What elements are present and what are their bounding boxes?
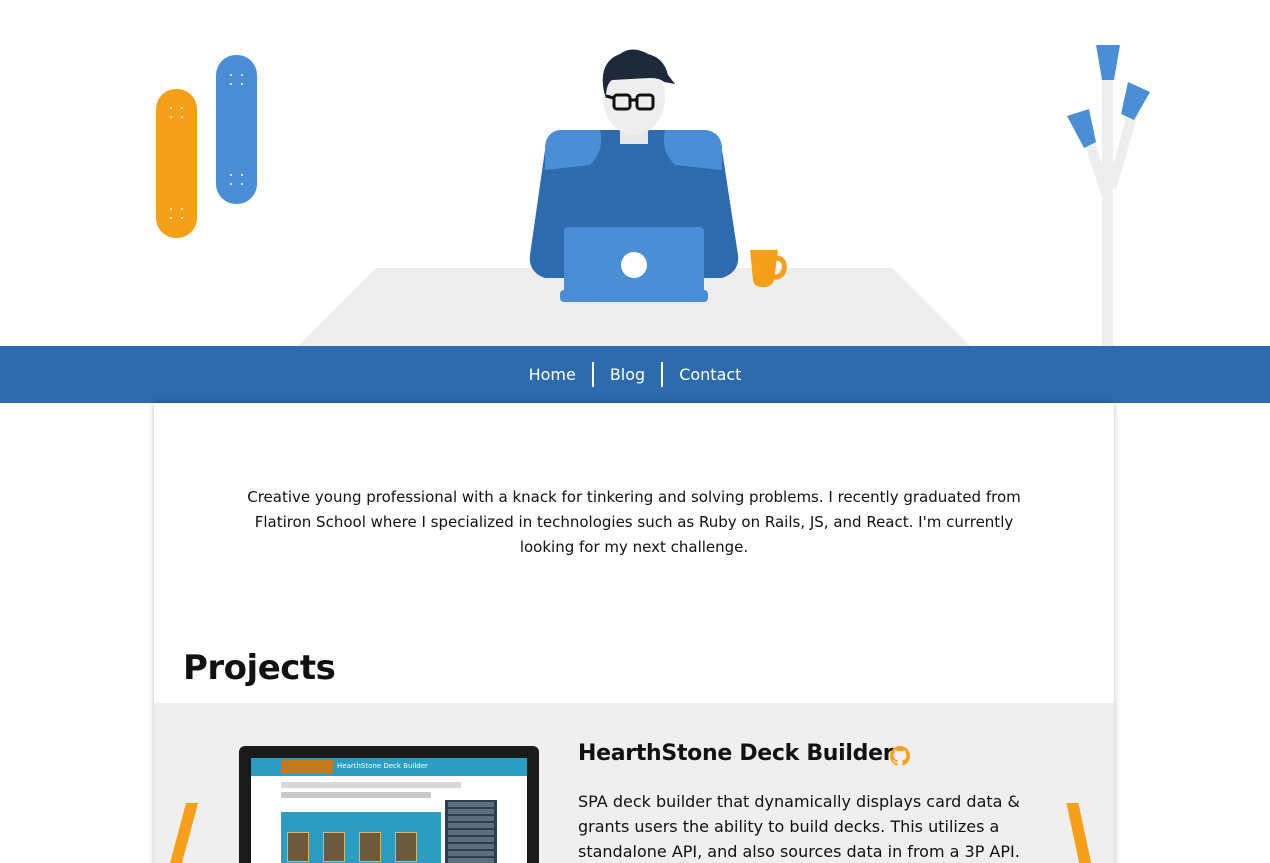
nav-link-blog[interactable]: Blog [594, 363, 661, 387]
nav-link-home[interactable]: Home [513, 363, 592, 387]
laptop-icon [560, 227, 708, 302]
hearthstone-logo-icon [281, 760, 333, 774]
project-title: HearthStone Deck Builder [578, 741, 894, 766]
content-card: Creative young professional with a knack… [154, 403, 1114, 863]
intro-bio: Creative young professional with a knack… [247, 488, 1021, 556]
screenshot-header-text: HearthStone Deck Builder [337, 762, 428, 770]
skateboard-blue-icon [216, 55, 257, 204]
project-screenshot-screen: HearthStone Deck Builder [251, 758, 527, 863]
github-icon[interactable] [890, 746, 910, 766]
screenshot-filters [281, 782, 461, 788]
card-thumbnail-icon [359, 832, 381, 862]
main-navigation: Home Blog Contact [0, 346, 1270, 403]
accent-stripe-right [1066, 803, 1098, 863]
project-screenshot[interactable]: HearthStone Deck Builder [239, 746, 539, 863]
projects-heading: Projects [183, 648, 336, 688]
project-section: HearthStone Deck Builder HearthStone Dec… [154, 703, 1114, 863]
hero-illustration [0, 0, 1270, 346]
project-description: SPA deck builder that dynamically displa… [578, 792, 1021, 861]
screenshot-filters [281, 792, 431, 798]
plant-decoration-icon [1067, 45, 1150, 346]
card-thumbnail-icon [287, 832, 309, 862]
skateboard-orange-icon [156, 89, 197, 238]
nav-link-contact[interactable]: Contact [663, 363, 757, 387]
card-thumbnail-icon [323, 832, 345, 862]
screenshot-deck-list [445, 800, 497, 863]
accent-stripe-left [161, 803, 199, 863]
card-thumbnail-icon [395, 832, 417, 862]
